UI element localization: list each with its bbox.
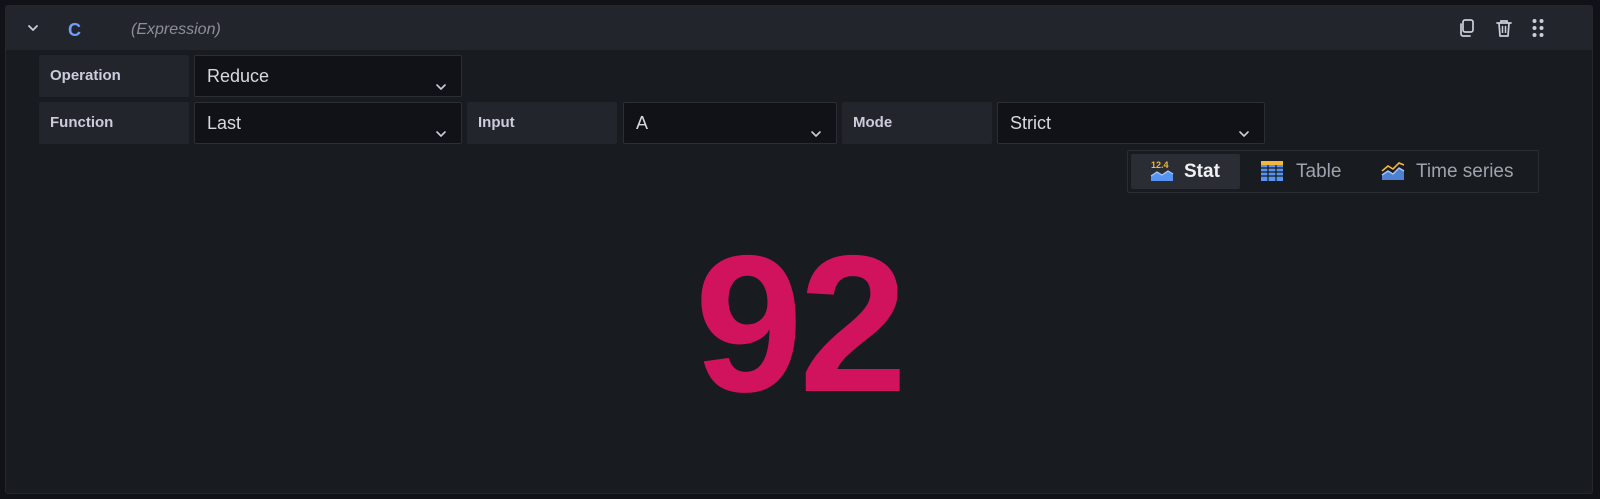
chevron-down-icon[interactable]	[24, 19, 42, 37]
chevron-down-icon	[433, 69, 449, 90]
drag-handle-icon[interactable]	[1527, 17, 1549, 39]
chevron-down-icon	[433, 116, 449, 137]
input-label: Input	[467, 102, 617, 144]
function-value: Last	[207, 113, 242, 133]
input-value: A	[636, 113, 649, 133]
visualization-toggle: 12.4 Stat Table Time series	[1127, 150, 1539, 193]
stat-icon-text: 12.4	[1151, 160, 1169, 170]
chevron-down-icon	[808, 116, 824, 137]
viz-option-table[interactable]: Table	[1246, 154, 1356, 189]
mode-value: Strict	[1010, 113, 1052, 133]
query-ref-id[interactable]: C	[68, 20, 81, 41]
viz-option-label: Time series	[1416, 161, 1514, 182]
stat-icon: 12.4	[1150, 159, 1174, 183]
mode-select[interactable]: Strict	[997, 102, 1265, 144]
viz-option-label: Stat	[1184, 161, 1220, 182]
viz-option-label: Table	[1296, 161, 1342, 182]
stat-value: 92	[694, 215, 908, 433]
mode-label: Mode	[842, 102, 992, 144]
operation-value: Reduce	[207, 66, 270, 86]
function-label: Function	[39, 102, 189, 144]
operation-label: Operation	[39, 55, 189, 97]
viz-option-stat[interactable]: 12.4 Stat	[1131, 154, 1240, 189]
table-icon	[1260, 159, 1284, 183]
function-select[interactable]: Last	[194, 102, 462, 144]
trash-icon[interactable]	[1493, 17, 1515, 39]
time-series-icon	[1381, 159, 1405, 183]
query-panel: C (Expression) Operation Reduce Function…	[5, 5, 1593, 494]
datasource-label: (Expression)	[131, 21, 221, 38]
input-select[interactable]: A	[623, 102, 837, 144]
viz-option-time-series[interactable]: Time series	[1364, 154, 1536, 189]
operation-select[interactable]: Reduce	[194, 55, 462, 97]
chevron-down-icon	[1236, 116, 1252, 137]
query-header: C (Expression)	[6, 6, 1592, 50]
duplicate-icon[interactable]	[1456, 17, 1478, 39]
